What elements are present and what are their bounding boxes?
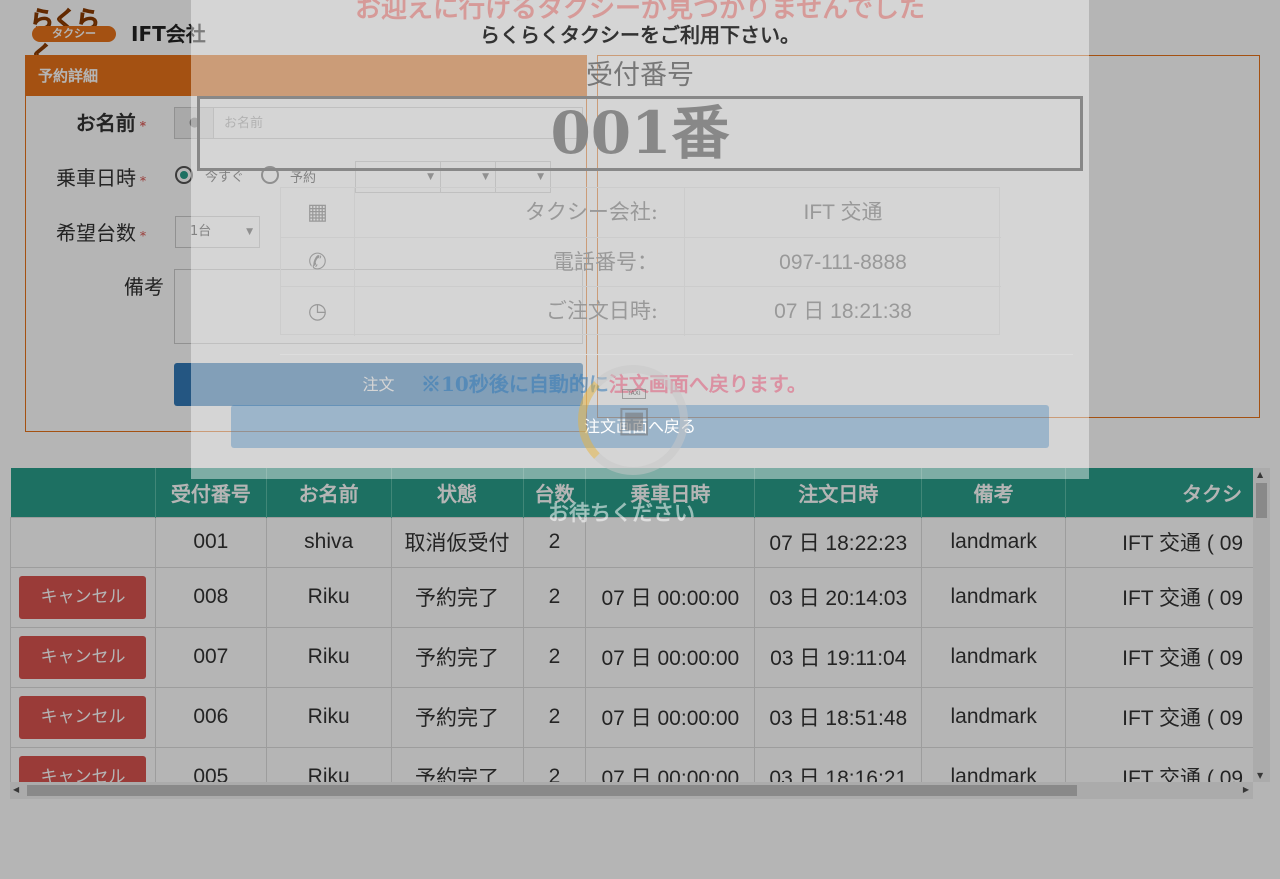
modal-divider xyxy=(280,354,1073,355)
loading-text: お待ちください xyxy=(548,500,695,525)
taxi-car-icon: ▣ TAXI xyxy=(616,389,651,440)
info-label: ご注文日時: xyxy=(355,287,685,336)
info-row-phone: ✆ 電話番号： 097-111-8888 xyxy=(281,237,1001,287)
receipt-label: 受付番号 xyxy=(586,60,694,91)
info-value: IFT 交通 xyxy=(803,201,883,224)
info-value: 07 日 18:21:38 xyxy=(774,300,912,323)
order-info-table: ▦ タクシー会社: IFT 交通 ✆ 電話番号： 097-111-8888 ◷ … xyxy=(280,187,1001,336)
info-row-company: ▦ タクシー会社: IFT 交通 xyxy=(281,188,1001,237)
receipt-number: 001番 xyxy=(550,99,730,167)
info-row-order-time: ◷ ご注文日時: 07 日 18:21:38 xyxy=(281,286,1001,336)
phone-icon: ✆ xyxy=(281,238,355,287)
clock-icon: ◷ xyxy=(281,287,355,336)
taxi-badge: TAXI xyxy=(622,389,646,399)
building-icon: ▦ xyxy=(281,188,355,237)
modal-subtitle: らくらくタクシーをご利用下さい。 xyxy=(480,23,800,47)
info-label: タクシー会社: xyxy=(355,188,685,237)
info-label: 電話番号： xyxy=(355,238,685,287)
info-value: 097-111-8888 xyxy=(779,251,907,274)
